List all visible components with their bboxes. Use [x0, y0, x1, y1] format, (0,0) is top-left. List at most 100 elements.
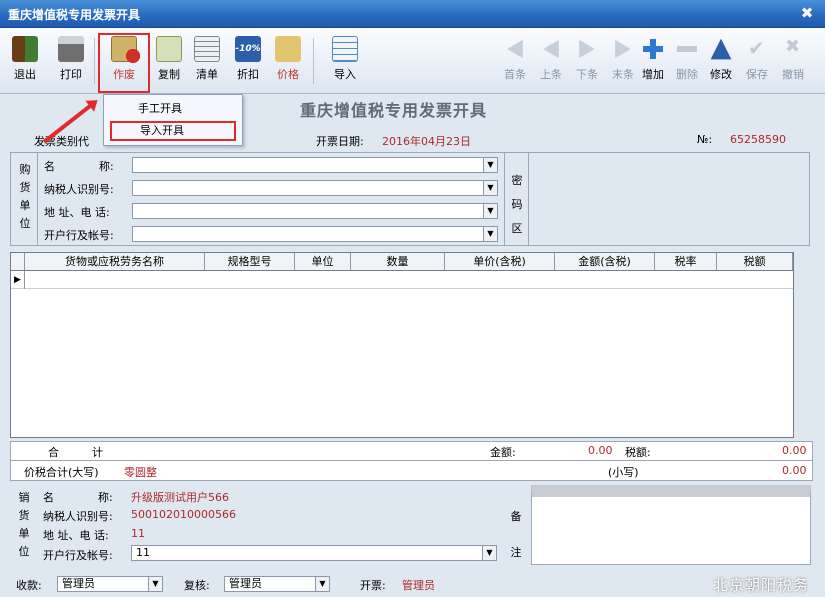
row-marker-header	[11, 253, 25, 270]
column-header[interactable]: 税率	[655, 253, 717, 270]
price-tax-upper: 零圆整	[124, 466, 157, 479]
modify-button[interactable]: 修改	[702, 36, 740, 82]
payee-select[interactable]: 管理员 ▼	[57, 576, 163, 592]
minus-icon	[674, 36, 700, 62]
small-label: (小写)	[608, 466, 639, 479]
chevron-down-icon[interactable]: ▼	[483, 158, 497, 172]
copy-icon	[156, 36, 182, 62]
seller-address-value: 11	[131, 527, 145, 540]
column-header[interactable]: 单价(含税)	[445, 253, 555, 270]
modify-icon	[710, 38, 732, 60]
buyer-name-label: 名 称:	[44, 160, 114, 173]
last-icon	[615, 39, 631, 59]
column-header[interactable]: 货物或应税劳务名称	[25, 253, 205, 270]
list-button[interactable]: 清单	[188, 36, 226, 82]
toolbar-separator	[313, 38, 314, 84]
drawer-label: 开票:	[360, 579, 386, 592]
buyer-bank-label: 开户行及帐号:	[44, 229, 114, 242]
buyer-taxid-label: 纳税人识别号:	[44, 183, 114, 196]
price-button[interactable]: 价格	[269, 36, 307, 82]
column-header[interactable]: 单位	[295, 253, 351, 270]
buyer-address-field[interactable]: ▼	[132, 203, 498, 219]
menu-item-import-issue[interactable]: 导入开具	[110, 121, 236, 141]
seller-bank-field[interactable]: 11 ▼	[131, 545, 497, 561]
cancel-icon	[780, 36, 806, 62]
invoice-title: 重庆增值税专用发票开具	[300, 101, 488, 120]
prev-record-button[interactable]: 上条	[532, 36, 570, 82]
printer-icon	[58, 36, 84, 62]
buyer-section-label: 购货单位	[19, 163, 31, 230]
reviewer-label: 复核:	[184, 579, 210, 592]
add-button[interactable]: 增加	[634, 36, 672, 82]
drawer-value: 管理员	[402, 579, 435, 592]
title-bar: 重庆增值税专用发票开具 ✖	[0, 0, 825, 28]
payee-label: 收款:	[16, 579, 42, 592]
remark-field[interactable]	[531, 485, 811, 565]
chevron-down-icon[interactable]: ▼	[315, 577, 329, 591]
seller-address-label: 地 址、电 话:	[43, 529, 109, 542]
save-button[interactable]: 保存	[738, 36, 776, 82]
seller-section: 销货单位 名 称: 升级版测试用户566 纳税人识别号: 50010201000…	[10, 483, 813, 567]
seller-section-label: 销货单位	[18, 491, 30, 558]
next-record-button[interactable]: 下条	[568, 36, 606, 82]
seller-bank-label: 开户行及帐号:	[43, 549, 113, 562]
void-highlight-box	[98, 33, 150, 93]
sum-label: 合 计	[48, 446, 103, 459]
amount-label: 金额:	[490, 446, 516, 459]
toolbar-separator	[94, 38, 95, 84]
import-button[interactable]: 导入	[326, 36, 364, 82]
delete-button[interactable]: 删除	[668, 36, 706, 82]
remark-label: 备注	[510, 510, 522, 559]
invoice-date-value: 2016年04月23日	[382, 135, 471, 148]
next-icon	[579, 39, 595, 59]
chevron-down-icon[interactable]: ▼	[482, 546, 496, 560]
watermark-text: 北京朝阳税务	[712, 576, 809, 594]
discount-button[interactable]: -10% 折扣	[229, 36, 267, 82]
first-record-button[interactable]: 首条	[496, 36, 534, 82]
window-close-button[interactable]: ✖	[797, 3, 817, 23]
buyer-bank-field[interactable]: ▼	[132, 226, 498, 242]
menu-item-manual-issue[interactable]: 手工开具	[110, 99, 236, 119]
prev-icon	[543, 39, 559, 59]
chevron-down-icon[interactable]: ▼	[148, 577, 162, 591]
seller-taxid-value: 500102010000566	[131, 508, 236, 521]
buyer-taxid-field[interactable]: ▼	[132, 180, 498, 196]
column-header[interactable]: 数量	[351, 253, 445, 270]
amount-value: 0.00	[588, 444, 613, 457]
chevron-down-icon[interactable]: ▼	[483, 204, 497, 218]
exit-icon	[12, 36, 38, 62]
invoice-date-label: 开票日期:	[316, 135, 364, 148]
items-table-header: 货物或应税劳务名称 规格型号 单位 数量 单价(含税) 金额(含税) 税率 税额	[11, 253, 793, 271]
void-dropdown-menu: 手工开具 导入开具	[103, 94, 243, 146]
invoice-no-value: 65258590	[730, 133, 786, 146]
invoice-no-label: №:	[697, 133, 713, 146]
plus-icon	[640, 36, 666, 62]
exit-button[interactable]: 退出	[6, 36, 44, 82]
price-icon	[275, 36, 301, 62]
tax-label: 税额:	[625, 446, 651, 459]
divider	[504, 153, 505, 245]
chevron-down-icon[interactable]: ▼	[483, 227, 497, 241]
column-header[interactable]: 规格型号	[205, 253, 295, 270]
column-header[interactable]: 税额	[717, 253, 793, 270]
chevron-down-icon[interactable]: ▼	[483, 181, 497, 195]
row-marker-icon: ▶	[11, 271, 25, 289]
seller-taxid-label: 纳税人识别号:	[43, 510, 113, 523]
reviewer-select[interactable]: 管理员 ▼	[224, 576, 330, 592]
seller-name-value: 升级版测试用户566	[131, 491, 229, 504]
table-row[interactable]	[11, 271, 793, 289]
column-header[interactable]: 金额(含税)	[555, 253, 655, 270]
seller-name-label: 名 称:	[43, 491, 113, 504]
divider	[37, 153, 38, 245]
buyer-address-label: 地 址、电 话:	[44, 206, 110, 219]
check-icon	[744, 36, 770, 62]
items-table[interactable]: 货物或应税劳务名称 规格型号 单位 数量 单价(含税) 金额(含税) 税率 税额…	[10, 252, 794, 438]
print-button[interactable]: 打印	[52, 36, 90, 82]
sum-row	[10, 441, 813, 461]
cipher-zone-label: 密码区	[511, 174, 523, 235]
undo-button[interactable]: 撤销	[774, 36, 812, 82]
copy-button[interactable]: 复制	[150, 36, 188, 82]
import-icon	[332, 36, 358, 62]
price-tax-label: 价税合计(大写)	[24, 466, 99, 479]
buyer-name-field[interactable]: ▼	[132, 157, 498, 173]
